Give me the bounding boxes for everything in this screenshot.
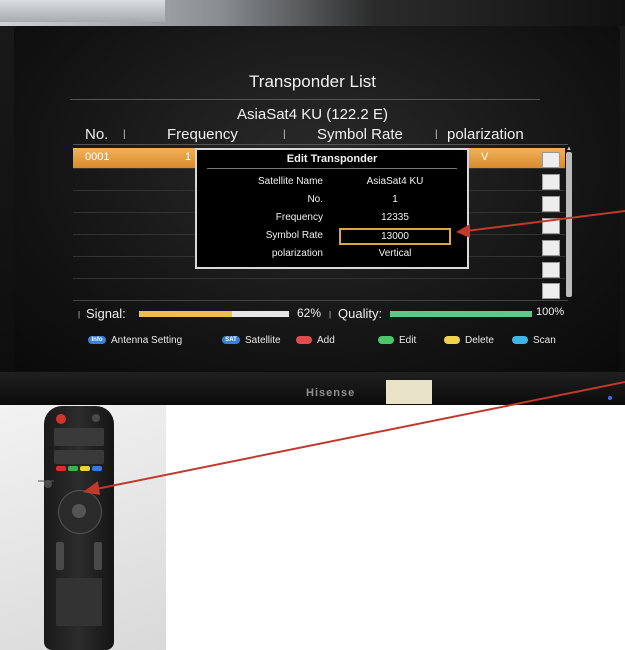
signal-marker: | <box>78 310 81 319</box>
legend-label: Add <box>317 334 335 346</box>
field-label-polarization: polarization <box>271 248 323 259</box>
column-separator: | <box>123 129 126 140</box>
legend-edit[interactable]: Edit <box>378 333 416 347</box>
page-title: Transponder List <box>249 72 376 91</box>
remote-control <box>44 406 114 650</box>
quality-bar <box>390 311 532 317</box>
status-divider <box>73 300 568 301</box>
column-header-polarization: polarization <box>447 126 524 143</box>
field-label-symbol-rate: Symbol Rate <box>265 230 323 241</box>
red-key-icon <box>296 336 312 344</box>
field-label-frequency: Frequency <box>275 212 323 223</box>
green-key-icon <box>378 336 394 344</box>
row-checkbox[interactable] <box>542 196 560 212</box>
scroll-up-icon[interactable]: ▲ <box>566 146 572 152</box>
channel-rocker-icon[interactable] <box>94 542 102 570</box>
title-divider <box>70 99 540 100</box>
legend-delete[interactable]: Delete <box>444 333 494 347</box>
column-header-no: No. <box>85 126 109 143</box>
red-button-icon[interactable] <box>56 466 66 471</box>
row-checkbox[interactable] <box>542 240 560 256</box>
quality-value: 100% <box>536 306 565 318</box>
field-value-satellite-name[interactable]: AsiaSat4 KU <box>329 176 461 187</box>
quality-label: Quality: <box>338 306 383 321</box>
scrollbar[interactable] <box>566 152 572 297</box>
blue-key-icon <box>512 336 528 344</box>
legend-label: Scan <box>533 334 556 346</box>
volume-rocker-icon[interactable] <box>56 542 64 570</box>
quality-marker: | <box>329 310 332 319</box>
quality-bar-fill <box>390 311 532 317</box>
green-button-icon[interactable] <box>68 466 78 471</box>
signal-value: 62% <box>297 306 322 320</box>
edit-transponder-dialog: Edit Transponder Satellite Name AsiaSat4… <box>195 148 469 269</box>
field-value-polarization[interactable]: Vertical <box>329 248 461 259</box>
info-button-icon[interactable] <box>44 480 52 488</box>
power-button-icon[interactable] <box>56 414 66 424</box>
sat-key-icon: SAT <box>222 336 240 344</box>
yellow-key-icon <box>444 336 460 344</box>
signal-label: Signal: <box>86 306 126 321</box>
column-separator: | <box>435 129 438 140</box>
symbol-rate-input[interactable]: 13000 <box>339 228 451 245</box>
yellow-button-icon[interactable] <box>80 466 90 471</box>
ok-button-icon[interactable] <box>72 504 86 518</box>
field-value-frequency[interactable]: 12335 <box>329 212 461 223</box>
column-header-frequency: Frequency <box>167 126 238 143</box>
legend-label: Delete <box>465 334 494 346</box>
row-checkbox[interactable] <box>542 152 560 168</box>
mute-button-icon[interactable] <box>92 414 100 422</box>
power-led-icon <box>608 396 612 400</box>
energy-sticker <box>386 380 432 404</box>
field-value-no[interactable]: 1 <box>329 194 461 205</box>
row-checkbox[interactable] <box>542 262 560 278</box>
signal-bar-fill <box>139 311 232 317</box>
legend-satellite[interactable]: SAT Satellite <box>222 333 281 347</box>
blue-button-icon[interactable] <box>92 466 102 471</box>
row-frequency: 1 <box>185 151 192 163</box>
function-buttons[interactable] <box>54 428 104 446</box>
dialog-title: Edit Transponder <box>286 153 378 165</box>
legend-add[interactable]: Add <box>296 333 335 347</box>
legend-antenna-setting[interactable]: Info Antenna Setting <box>88 333 182 347</box>
field-label-no: No. <box>307 194 323 205</box>
background-wall-left <box>0 0 165 22</box>
row-number: 0001 <box>85 151 110 163</box>
field-label-satellite-name: Satellite Name <box>257 176 323 187</box>
signal-bar <box>139 311 289 317</box>
info-key-icon: Info <box>88 336 106 344</box>
tv-brand-logo: Hisense <box>306 387 356 399</box>
legend-label: Satellite <box>245 334 281 346</box>
number-keypad[interactable] <box>56 578 102 626</box>
row-polarization: V <box>481 151 489 163</box>
column-separator: | <box>283 129 286 140</box>
legend-scan[interactable]: Scan <box>512 333 556 347</box>
table-header: No. | Frequency | Symbol Rate | polariza… <box>73 126 568 145</box>
legend-label: Antenna Setting <box>111 334 183 346</box>
satellite-name: AsiaSat4 KU (122.2 E) <box>237 106 388 123</box>
media-buttons[interactable] <box>54 450 104 464</box>
column-header-symbol-rate: Symbol Rate <box>317 126 403 143</box>
row-checkbox[interactable] <box>542 174 560 190</box>
row-checkbox[interactable] <box>542 218 560 234</box>
dialog-divider <box>207 168 457 169</box>
tv-photo: Transponder List AsiaSat4 KU (122.2 E) N… <box>0 0 625 405</box>
row-checkbox[interactable] <box>542 283 560 299</box>
legend-label: Edit <box>399 334 417 346</box>
